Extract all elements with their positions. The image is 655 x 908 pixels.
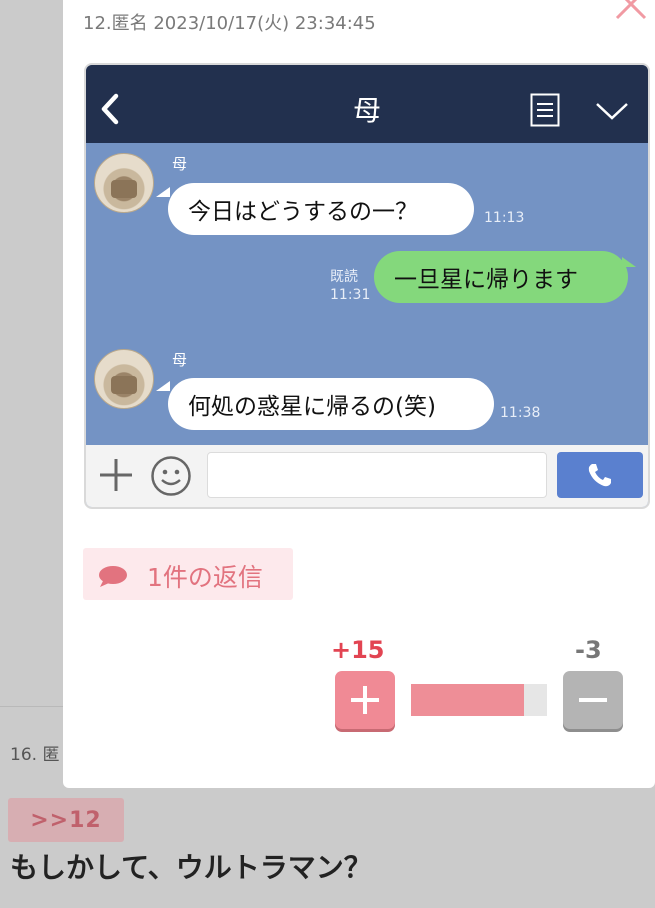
phone-icon — [588, 464, 611, 487]
plus-vote-count: +15 — [331, 636, 385, 664]
read-label: 既読 — [330, 269, 358, 285]
message-bubble-in: 今日はどうするの一？ — [168, 183, 474, 235]
post-16-body: もしかして、ウルトラマン？ — [10, 851, 372, 884]
call-button[interactable] — [557, 452, 643, 498]
post-16-number: 16. 匿 — [10, 745, 60, 765]
note-icon — [530, 93, 560, 127]
message-bubble-in: 何処の惑星に帰るの(笑) — [168, 378, 494, 430]
chat-title: 母 — [352, 94, 381, 127]
chat-screenshot-image[interactable]: 母 母 今日はどうするの一？ 11:13 既読 11:31 一旦星に帰ります 母… — [84, 63, 650, 509]
chevron-down-icon — [596, 103, 628, 120]
minus-icon — [579, 698, 607, 702]
post-meta: 12.匿名 2023/10/17(火) 23:34:45 — [83, 13, 376, 34]
plus-icon[interactable] — [98, 457, 134, 493]
vote-ratio-bar — [411, 684, 547, 716]
plus-icon — [351, 686, 379, 714]
vote-ratio-fill — [411, 684, 524, 716]
smiley-icon[interactable] — [150, 455, 192, 497]
downvote-button[interactable] — [563, 671, 623, 729]
bubble-tail — [622, 257, 636, 267]
message-time: 11:13 — [484, 210, 525, 226]
chat-input-bar — [86, 445, 648, 507]
bubble-tail — [156, 381, 170, 391]
bubble-tail — [156, 187, 170, 197]
close-icon[interactable] — [611, 0, 651, 22]
replies-button[interactable]: 1件の返信 — [83, 548, 293, 600]
avatar — [94, 349, 154, 409]
message-bubble-out: 一旦星に帰ります — [374, 251, 628, 303]
minus-vote-count: -3 — [575, 636, 602, 664]
upvote-button[interactable] — [335, 671, 395, 729]
comment-modal: 12.匿名 2023/10/17(火) 23:34:45 母 母 今日はどうする… — [63, 0, 655, 788]
sender-name: 母 — [172, 155, 188, 173]
message-time: 11:38 — [500, 405, 541, 421]
replies-count-label: 1件の返信 — [147, 563, 263, 592]
speech-bubble-icon — [99, 566, 127, 587]
avatar — [94, 153, 154, 213]
message-time: 11:31 — [330, 287, 371, 303]
chat-header: 母 — [86, 65, 648, 143]
sender-name: 母 — [172, 351, 188, 369]
message-input[interactable] — [207, 452, 547, 498]
reply-anchor-link[interactable]: >>12 — [8, 798, 124, 842]
